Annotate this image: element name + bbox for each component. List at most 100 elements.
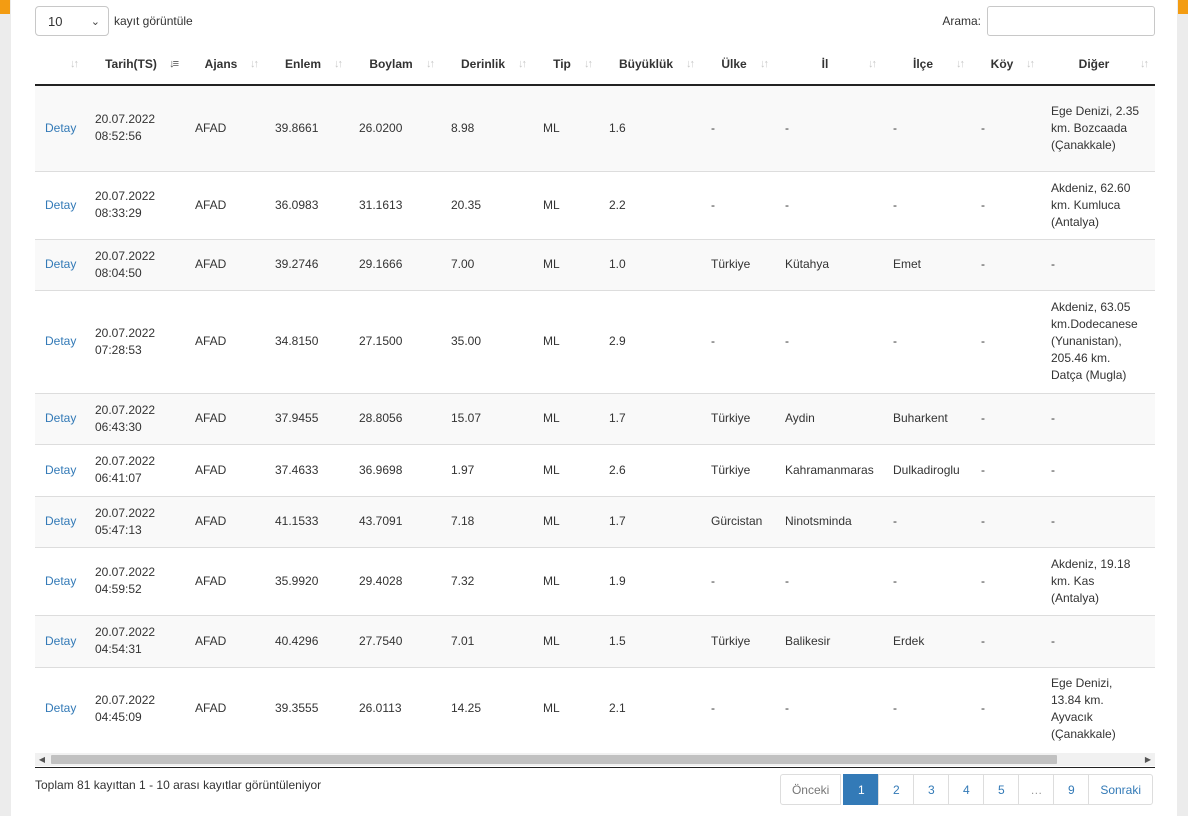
table-cell: Emet <box>883 238 971 290</box>
table-scroll-area[interactable]: ↓↑ Tarih(TS) ↓≡ Ajans ↓↑ Enlem ↓↑ Boylam ↓↑ Derin… <box>35 44 1155 754</box>
table-cell: 43.7091 <box>349 495 441 547</box>
page-4-button[interactable]: 4 <box>948 774 985 805</box>
detail-link[interactable]: Detay <box>35 495 85 547</box>
table-cell: - <box>775 84 883 171</box>
table-cell: 20.07.2022 08:52:56 <box>85 84 185 171</box>
table-cell: Türkiye <box>701 238 775 290</box>
table-cell: 14.25 <box>441 666 533 750</box>
table-cell: - <box>883 546 971 615</box>
table-cell: 1.97 <box>441 443 533 496</box>
detail-link[interactable]: Detay <box>35 84 85 171</box>
table-cell: 28.8056 <box>349 392 441 444</box>
table-cell: 7.00 <box>441 238 533 290</box>
table-cell: 20.07.2022 08:33:29 <box>85 170 185 239</box>
column-header-1[interactable]: Tarih(TS) ↓≡ <box>85 44 185 86</box>
column-header-3[interactable]: Enlem ↓↑ <box>265 44 349 86</box>
accent-bar-left <box>0 0 10 14</box>
table-cell: - <box>971 495 1041 547</box>
column-header-label: Ülke <box>721 57 747 71</box>
table-cell: 2.6 <box>599 443 701 496</box>
header-row: ↓↑ Tarih(TS) ↓≡ Ajans ↓↑ Enlem ↓↑ Boylam ↓↑ Derin… <box>35 44 1155 86</box>
detail-link[interactable]: Detay <box>35 666 85 750</box>
table-cell: Buharkent <box>883 392 971 444</box>
table-cell: 8.98 <box>441 84 533 171</box>
table-cell: 31.1613 <box>349 170 441 239</box>
page-1-button[interactable]: 1 <box>843 774 880 805</box>
column-header-9[interactable]: İl ↓↑ <box>775 44 883 86</box>
sort-icon: ↓↑ <box>518 58 527 70</box>
previous-button[interactable]: Önceki <box>779 774 842 805</box>
table-cell: 15.07 <box>441 392 533 444</box>
detail-link[interactable]: Detay <box>35 238 85 290</box>
table-cell: Kahramanmaras <box>775 443 883 496</box>
table-cell: 36.9698 <box>349 443 441 496</box>
table-cell: 27.1500 <box>349 289 441 393</box>
column-header-5[interactable]: Derinlik ↓↑ <box>441 44 533 86</box>
table-cell: ML <box>533 666 599 750</box>
search-input[interactable] <box>987 6 1155 36</box>
table-cell: - <box>1041 392 1155 444</box>
column-header-7[interactable]: Büyüklük ↓↑ <box>599 44 701 86</box>
column-header-6[interactable]: Tip ↓↑ <box>533 44 599 86</box>
table-cell: ML <box>533 289 599 393</box>
column-header-11[interactable]: Köy ↓↑ <box>971 44 1041 86</box>
sort-icon: ↓↑ <box>1026 58 1035 70</box>
table-row: Detay 20.07.2022 04:59:52 AFAD 35.9920 29.40… <box>35 546 1155 615</box>
page-length-select[interactable]: 10 ⌄ <box>35 6 109 36</box>
table-cell: 20.07.2022 06:43:30 <box>85 392 185 444</box>
page-5-button[interactable]: 5 <box>983 774 1020 805</box>
scroll-right-icon[interactable]: ▶ <box>1141 753 1155 766</box>
column-header-2[interactable]: Ajans ↓↑ <box>185 44 265 86</box>
scrollbar-thumb[interactable] <box>51 755 1057 764</box>
table-cell: - <box>883 84 971 171</box>
table-cell: - <box>1041 495 1155 547</box>
detail-link[interactable]: Detay <box>35 614 85 667</box>
table-row: Detay 20.07.2022 04:54:31 AFAD 40.4296 27.75… <box>35 614 1155 667</box>
table-cell: 1.0 <box>599 238 701 290</box>
detail-link[interactable]: Detay <box>35 392 85 444</box>
detail-link[interactable]: Detay <box>35 289 85 393</box>
table-cell: AFAD <box>185 289 265 393</box>
table-cell: 20.07.2022 06:41:07 <box>85 443 185 496</box>
table-cell: AFAD <box>185 170 265 239</box>
table-cell: 20.35 <box>441 170 533 239</box>
table-cell: ML <box>533 614 599 667</box>
page-2-button[interactable]: 2 <box>878 774 915 805</box>
table-cell: ML <box>533 495 599 547</box>
table-cell: 40.4296 <box>265 614 349 667</box>
table-cell: - <box>971 170 1041 239</box>
detail-link[interactable]: Detay <box>35 443 85 496</box>
table-cell: 20.07.2022 04:45:09 <box>85 666 185 750</box>
column-header-8[interactable]: Ülke ↓↑ <box>701 44 775 86</box>
table-cell: Gürcistan <box>701 495 775 547</box>
table-cell: - <box>971 614 1041 667</box>
page-9-button[interactable]: 9 <box>1053 774 1090 805</box>
table-cell: 7.18 <box>441 495 533 547</box>
table-cell: Kütahya <box>775 238 883 290</box>
next-button[interactable]: Sonraki <box>1088 774 1153 805</box>
column-header-12[interactable]: Diğer ↓↑ <box>1041 44 1155 86</box>
table-cell: 26.0113 <box>349 666 441 750</box>
scroll-left-icon[interactable]: ◀ <box>35 753 49 766</box>
detail-link[interactable]: Detay <box>35 546 85 615</box>
table-cell: Ege Denizi, 13.84 km. Ayvacık (Çanakkale… <box>1041 666 1155 750</box>
table-cell: Balikesir <box>775 614 883 667</box>
column-header-label: Enlem <box>284 57 321 71</box>
page-3-button[interactable]: 3 <box>913 774 950 805</box>
table-cell: 37.9455 <box>265 392 349 444</box>
table-cell: - <box>971 84 1041 171</box>
table-cell: 1.7 <box>599 392 701 444</box>
sort-icon: ↓↑ <box>334 58 343 70</box>
table-cell: AFAD <box>185 666 265 750</box>
table-cell: 2.9 <box>599 289 701 393</box>
column-header-10[interactable]: İlçe ↓↑ <box>883 44 971 86</box>
column-header-action[interactable]: ↓↑ <box>35 44 85 86</box>
table-row: Detay 20.07.2022 05:47:13 AFAD 41.1533 43.70… <box>35 495 1155 547</box>
horizontal-scrollbar[interactable]: ◀ ▶ <box>35 753 1155 766</box>
table-cell: - <box>775 546 883 615</box>
table-header: ↓↑ Tarih(TS) ↓≡ Ajans ↓↑ Enlem ↓↑ Boylam ↓↑ Derin… <box>35 44 1155 86</box>
detail-link[interactable]: Detay <box>35 170 85 239</box>
column-header-label: Ajans <box>204 57 238 71</box>
column-header-4[interactable]: Boylam ↓↑ <box>349 44 441 86</box>
table-cell: AFAD <box>185 614 265 667</box>
